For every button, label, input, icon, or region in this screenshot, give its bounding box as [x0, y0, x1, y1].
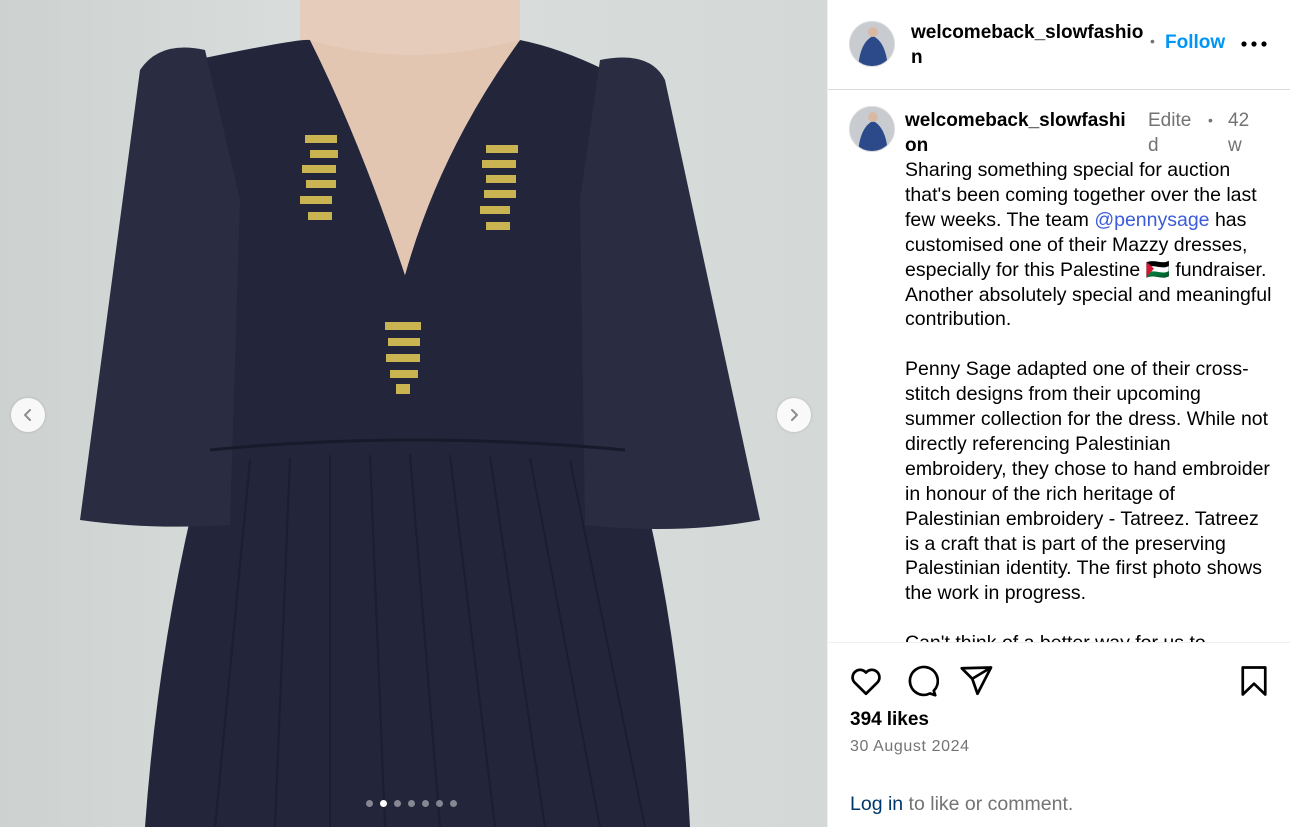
more-options-button[interactable] — [1240, 34, 1268, 54]
avatar[interactable] — [849, 21, 895, 67]
post-photo — [80, 0, 760, 827]
save-button[interactable] — [1236, 663, 1272, 699]
caption-separator: • — [1208, 112, 1213, 128]
carousel-dot — [408, 800, 415, 807]
follow-button[interactable]: Follow — [1165, 32, 1225, 54]
avatar[interactable] — [849, 106, 895, 152]
previous-image-button[interactable] — [11, 398, 45, 432]
chevron-left-icon — [24, 409, 31, 421]
caption-text: Sharing something special for auction th… — [905, 158, 1273, 642]
carousel-dot — [366, 800, 373, 807]
post-side-panel: welcomeback_slowfashion • Follow welcome… — [827, 0, 1290, 827]
carousel-dot-active — [380, 800, 387, 807]
heart-icon — [851, 668, 881, 696]
likes-number: 394 — [850, 709, 882, 730]
caption-paragraph: Penny Sage adapted one of their cross-st… — [905, 358, 1270, 605]
caption-username[interactable]: welcomeback_slowfashion — [905, 108, 1137, 158]
likes-count[interactable]: 394 likes — [850, 709, 929, 731]
chevron-right-icon — [791, 409, 798, 421]
caption-paragraph: Can't think of a better way for us to — [905, 631, 1273, 642]
avatar-image — [850, 107, 894, 151]
follow-separator: • — [1150, 33, 1155, 49]
post-date[interactable]: 30 August 2024 — [850, 738, 970, 756]
post-header: welcomeback_slowfashion • Follow — [828, 0, 1290, 90]
comment-button[interactable] — [903, 663, 940, 699]
like-button[interactable] — [848, 663, 884, 699]
mention-link[interactable]: @pennysage — [1094, 209, 1209, 231]
carousel-dot — [394, 800, 401, 807]
caption-section[interactable]: welcomeback_slowfashion Edited • 42 w Sh… — [828, 91, 1290, 642]
post-media — [0, 0, 827, 827]
post-time-ago[interactable]: 42 w — [1228, 108, 1256, 158]
carousel-dot — [450, 800, 457, 807]
carousel-dot — [422, 800, 429, 807]
author-username[interactable]: welcomeback_slowfashion — [911, 20, 1146, 70]
bookmark-icon — [1241, 666, 1267, 696]
avatar-image — [850, 22, 894, 66]
post-actions: 394 likes 30 August 2024 Log in to like o… — [828, 642, 1290, 827]
login-prompt: Log in to like or comment. — [850, 793, 1073, 816]
comment-icon — [908, 665, 940, 697]
likes-label: likes — [886, 709, 929, 730]
share-icon — [960, 666, 993, 696]
login-link[interactable]: Log in — [850, 793, 903, 815]
more-horizontal-icon — [1241, 41, 1267, 47]
carousel-indicator — [366, 800, 457, 807]
edited-label: Edited — [1148, 110, 1192, 156]
carousel-dot — [436, 800, 443, 807]
caption-paragraph: Sharing something special for auction th… — [905, 158, 1273, 332]
share-button[interactable] — [958, 663, 994, 699]
login-prompt-text: to like or comment. — [903, 793, 1074, 815]
next-image-button[interactable] — [777, 398, 811, 432]
